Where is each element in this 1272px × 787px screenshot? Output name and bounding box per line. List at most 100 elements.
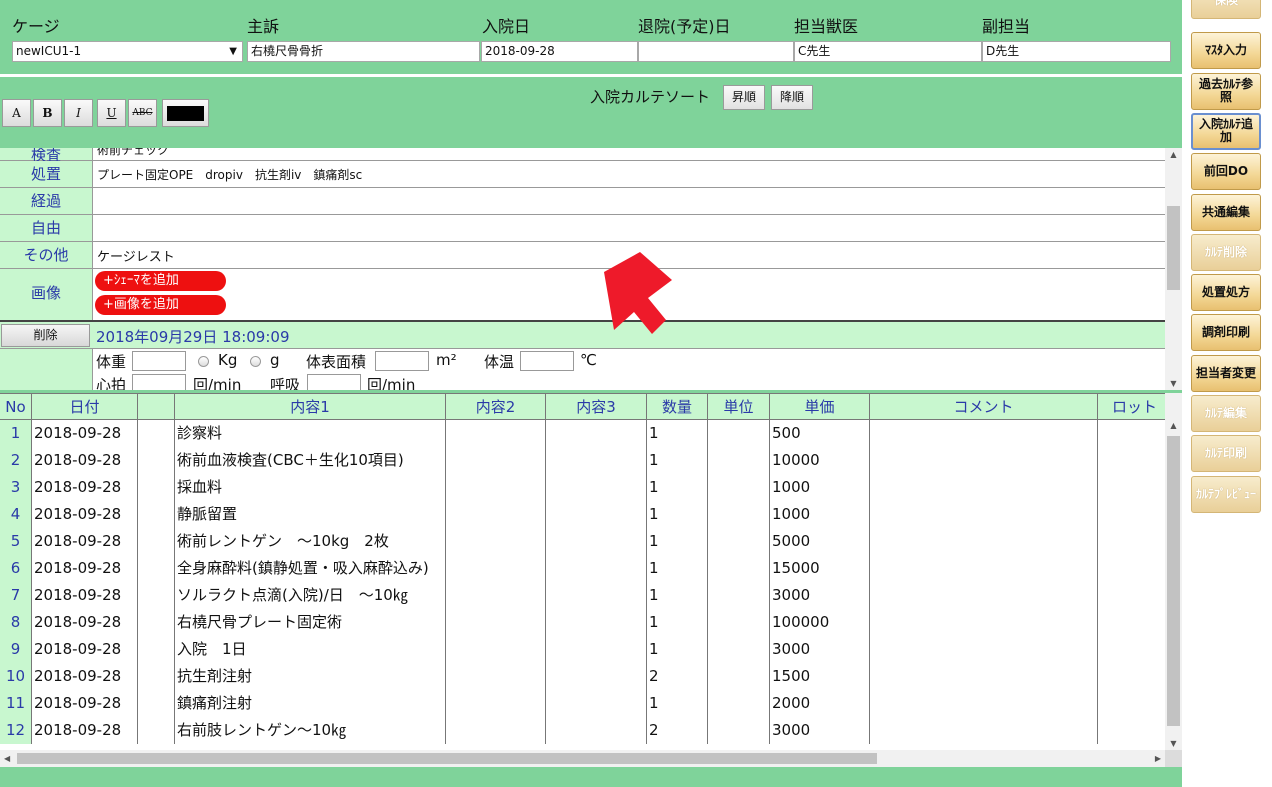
cell-content1[interactable]: 鎮痛剤注射 [175, 690, 446, 717]
add-inpatient-karte-button[interactable]: 入院ｶﾙﾃ追加 [1191, 112, 1261, 150]
cell-unit[interactable] [708, 420, 770, 447]
weight-input[interactable] [132, 351, 186, 371]
cell-unit[interactable] [708, 636, 770, 663]
cell-qty[interactable]: 1 [647, 501, 708, 528]
col-blank[interactable] [138, 394, 175, 420]
kg-radio[interactable] [198, 356, 209, 367]
cell-no[interactable]: 11 [0, 690, 32, 717]
karte-scrollbar[interactable]: ▲ ▼ [1165, 148, 1182, 390]
cell-date[interactable]: 2018-09-28 [32, 474, 138, 501]
cell-unit[interactable] [708, 528, 770, 555]
col-qty[interactable]: 数量 [647, 394, 708, 420]
cell-price[interactable]: 100000 [770, 609, 870, 636]
cell-lot[interactable] [1098, 582, 1165, 609]
strikethrough-button[interactable]: ABC [128, 99, 157, 127]
cell-unit[interactable] [708, 609, 770, 636]
cell-content3[interactable] [546, 501, 647, 528]
cell-lot[interactable] [1098, 663, 1165, 690]
cell-content3[interactable] [546, 663, 647, 690]
cell-date[interactable]: 2018-09-28 [32, 582, 138, 609]
col-content1[interactable]: 内容1 [175, 394, 446, 420]
cell-qty[interactable]: 1 [647, 609, 708, 636]
cell-date[interactable]: 2018-09-28 [32, 528, 138, 555]
cell-content3[interactable] [546, 474, 647, 501]
col-content2[interactable]: 内容2 [446, 394, 546, 420]
cell-date[interactable]: 2018-09-28 [32, 501, 138, 528]
cell-no[interactable]: 8 [0, 609, 32, 636]
cell-qty[interactable]: 1 [647, 447, 708, 474]
sub-vet-field[interactable]: D先生 [982, 41, 1171, 62]
cell-qty[interactable]: 1 [647, 555, 708, 582]
cell-blank[interactable] [138, 663, 175, 690]
cell-comment[interactable] [870, 420, 1098, 447]
scrollbar-thumb[interactable] [1167, 436, 1180, 726]
cell-blank[interactable] [138, 690, 175, 717]
cell-content2[interactable] [446, 582, 546, 609]
cell-content2[interactable] [446, 528, 546, 555]
table-hscrollbar[interactable]: ◀ ▶ [0, 750, 1165, 767]
table-row[interactable]: 12 2018-09-28 右前肢レントゲン～10㎏ 2 3000 [0, 717, 1165, 744]
table-row[interactable]: 8 2018-09-28 右橈尺骨プレート固定術 1 100000 [0, 609, 1165, 636]
cell-content2[interactable] [446, 501, 546, 528]
cell-blank[interactable] [138, 717, 175, 744]
cell-unit[interactable] [708, 501, 770, 528]
cell-comment[interactable] [870, 447, 1098, 474]
cell-content1[interactable]: 全身麻酔料(鎮静処置・吸入麻酔込み) [175, 555, 446, 582]
cell-date[interactable]: 2018-09-28 [32, 555, 138, 582]
cell-no[interactable]: 1 [0, 420, 32, 447]
cell-date[interactable]: 2018-09-28 [32, 717, 138, 744]
preview-karte-button[interactable]: ｶﾙﾃﾌﾟﾚﾋﾞｭｰ [1191, 475, 1261, 513]
cell-blank[interactable] [138, 555, 175, 582]
col-price[interactable]: 単価 [770, 394, 870, 420]
cell-blank[interactable] [138, 528, 175, 555]
underline-button[interactable]: U [97, 99, 126, 127]
cell-content3[interactable] [546, 717, 647, 744]
cell-price[interactable]: 5000 [770, 528, 870, 555]
table-scrollbar[interactable]: ▲ ▼ [1165, 393, 1182, 750]
sort-asc-button[interactable]: 昇順 [723, 85, 765, 110]
add-schema-button[interactable]: +ｼｪｰﾏを追加 [95, 271, 226, 291]
cell-no[interactable]: 9 [0, 636, 32, 663]
table-row[interactable]: 9 2018-09-28 入院 1日 1 3000 [0, 636, 1165, 663]
cell-qty[interactable]: 1 [647, 474, 708, 501]
cell-comment[interactable] [870, 663, 1098, 690]
cell-content1[interactable]: ソルラクト点滴(入院)/日 ～10㎏ [175, 582, 446, 609]
col-no[interactable]: No [0, 394, 32, 420]
cell-no[interactable]: 5 [0, 528, 32, 555]
cell-comment[interactable] [870, 690, 1098, 717]
col-date[interactable]: 日付 [32, 394, 138, 420]
col-lot[interactable]: ロット [1098, 394, 1165, 420]
master-input-button[interactable]: ﾏｽﾀ入力 [1191, 32, 1261, 70]
cell-no[interactable]: 10 [0, 663, 32, 690]
cell-comment[interactable] [870, 582, 1098, 609]
cell-unit[interactable] [708, 582, 770, 609]
cell-content1[interactable]: 静脈留置 [175, 501, 446, 528]
cell-content2[interactable] [446, 690, 546, 717]
cell-content3[interactable] [546, 528, 647, 555]
karte-value[interactable]: ケージレスト [97, 246, 175, 265]
cell-comment[interactable] [870, 474, 1098, 501]
cell-price[interactable]: 3000 [770, 636, 870, 663]
table-row[interactable]: 2 2018-09-28 術前血液検査(CBC＋生化10項目) 1 10000 [0, 447, 1165, 474]
cell-blank[interactable] [138, 636, 175, 663]
cell-price[interactable]: 10000 [770, 447, 870, 474]
cell-content2[interactable] [446, 609, 546, 636]
cell-blank[interactable] [138, 501, 175, 528]
cell-content3[interactable] [546, 636, 647, 663]
cell-no[interactable]: 3 [0, 474, 32, 501]
col-comment[interactable]: コメント [870, 394, 1098, 420]
scroll-up-icon[interactable]: ▲ [1165, 421, 1182, 430]
delete-entry-button[interactable]: 削除 [1, 324, 90, 347]
insurance-button[interactable]: 保険 [1191, 0, 1261, 19]
cell-lot[interactable] [1098, 528, 1165, 555]
cell-price[interactable]: 3000 [770, 717, 870, 744]
cell-comment[interactable] [870, 636, 1098, 663]
cell-lot[interactable] [1098, 717, 1165, 744]
sort-desc-button[interactable]: 降順 [771, 85, 813, 110]
cell-lot[interactable] [1098, 474, 1165, 501]
cell-date[interactable]: 2018-09-28 [32, 690, 138, 717]
table-row[interactable]: 6 2018-09-28 全身麻酔料(鎮静処置・吸入麻酔込み) 1 15000 [0, 555, 1165, 582]
cell-content1[interactable]: 術前血液検査(CBC＋生化10項目) [175, 447, 446, 474]
scroll-down-icon[interactable]: ▼ [1165, 739, 1182, 748]
cell-qty[interactable]: 1 [647, 636, 708, 663]
